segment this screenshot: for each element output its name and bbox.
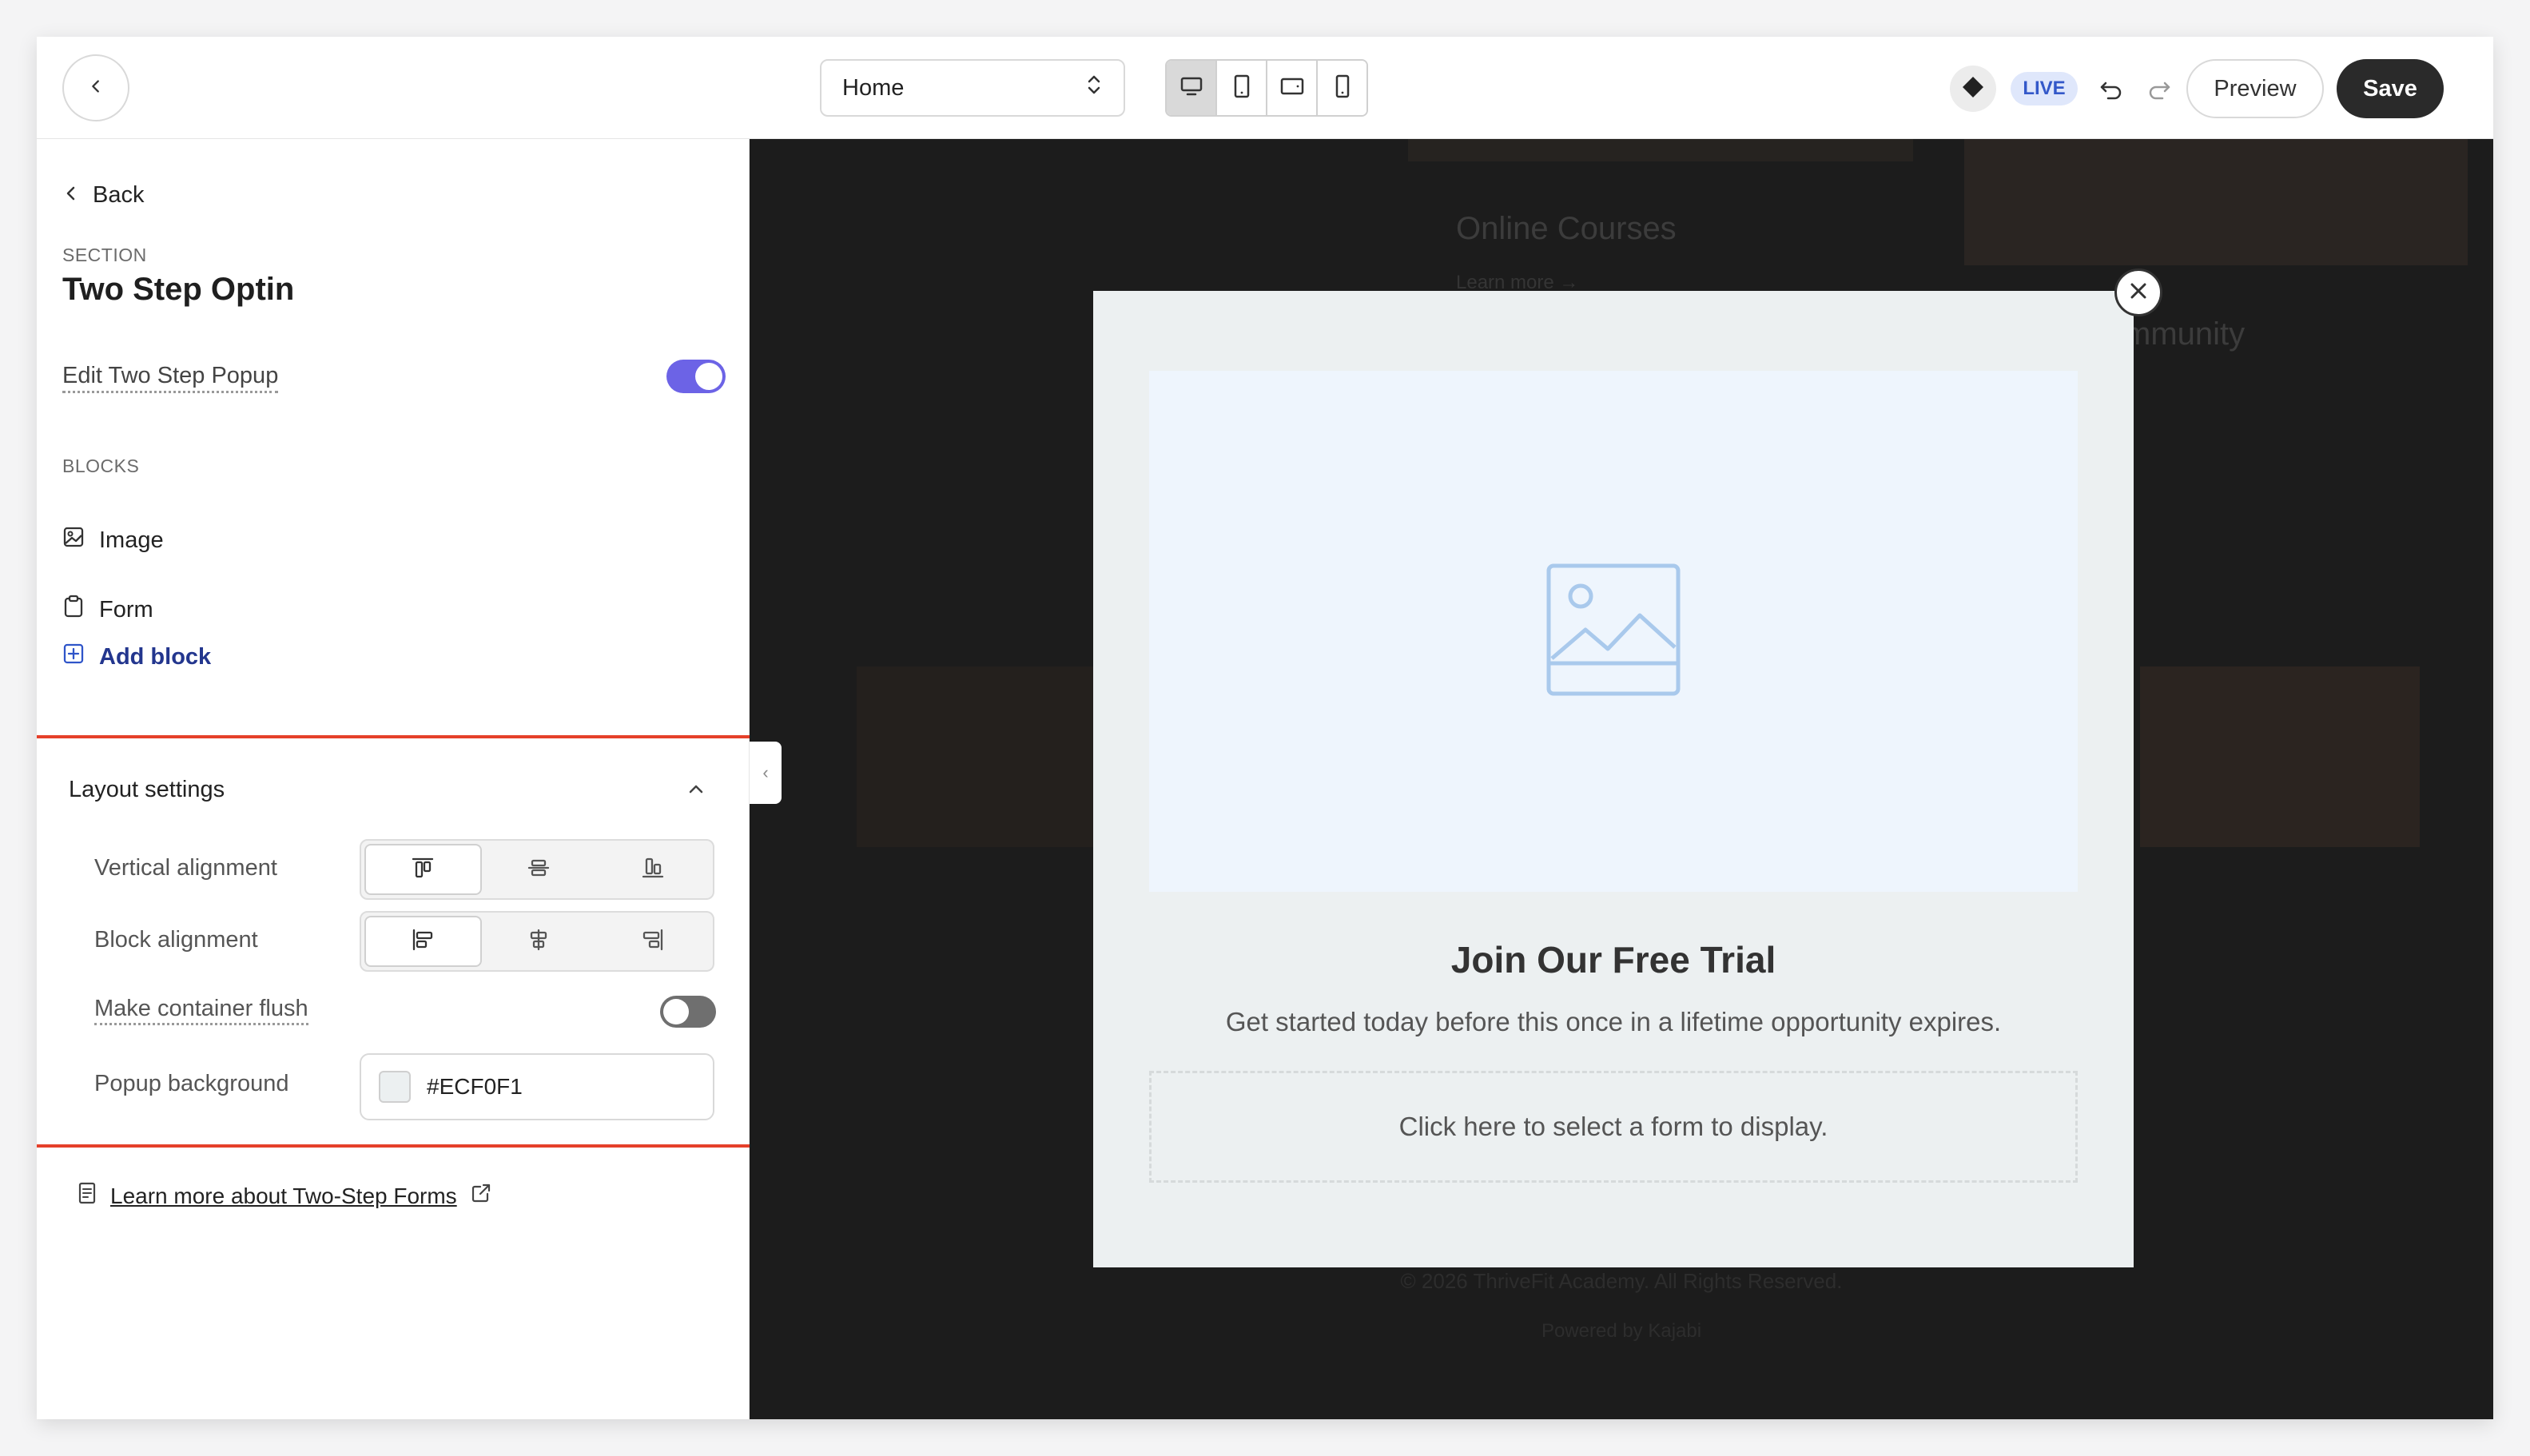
layout-settings-title[interactable]: Layout settings (69, 777, 225, 803)
page-select[interactable]: Home (820, 59, 1125, 117)
blocks-caption: BLOCKS (62, 455, 140, 476)
section-title: Two Step Optin (62, 272, 295, 307)
add-block-button[interactable]: Add block (62, 642, 211, 671)
close-icon (2128, 280, 2149, 305)
sidebar-collapse-handle[interactable]: ‹ (750, 742, 782, 804)
popup-subtitle[interactable]: Get started today before this once in a … (1093, 1007, 2134, 1037)
popup-close-button[interactable] (2114, 269, 2162, 316)
save-button[interactable]: Save (2337, 59, 2444, 118)
top-toolbar: Home LIVE Preview Save (37, 37, 2493, 139)
chevron-left-icon (64, 182, 78, 209)
container-flush-label: Make container flush (94, 996, 308, 1025)
popup-title[interactable]: Join Our Free Trial (1093, 938, 2134, 981)
background-image (2140, 666, 2420, 847)
tablet-portrait-icon (1231, 74, 1252, 103)
toggle-knob (663, 999, 689, 1024)
container-flush-toggle[interactable] (660, 996, 716, 1028)
align-middle-button[interactable] (482, 844, 596, 895)
block-item-image[interactable]: Image (62, 526, 164, 555)
container-flush-label-text: Make container flush (94, 996, 308, 1025)
add-block-label: Add block (99, 643, 212, 670)
chevron-up-icon[interactable] (684, 777, 708, 801)
two-step-popup: Join Our Free Trial Get started today be… (1093, 291, 2134, 1267)
learn-more-label: Learn more about Two-Step Forms (110, 1183, 457, 1208)
mobile-view-button[interactable] (1318, 61, 1366, 115)
popup-background-label: Popup background (94, 1071, 289, 1096)
popup-background-color-field[interactable]: #ECF0F1 (360, 1053, 714, 1120)
preview-button[interactable]: Preview (2186, 59, 2324, 118)
block-item-label: Image (99, 527, 164, 553)
theme-settings-button[interactable] (1950, 66, 1996, 112)
align-center-icon (526, 927, 551, 957)
tablet-portrait-view-button[interactable] (1217, 61, 1267, 115)
background-heading: Online Courses (1456, 211, 1677, 246)
chevron-updown-icon (1085, 74, 1103, 102)
undo-icon[interactable] (2094, 72, 2129, 107)
align-left-icon (410, 927, 436, 957)
footer-powered-by: Powered by Kajabi (1541, 1320, 1702, 1342)
section-caption: SECTION (62, 245, 147, 265)
block-align-right-button[interactable] (595, 916, 710, 967)
edit-popup-label: Edit Two Step Popup (62, 363, 279, 393)
align-bottom-button[interactable] (595, 844, 710, 895)
block-align-left-button[interactable] (364, 916, 482, 967)
desktop-icon (1179, 75, 1204, 101)
background-image (857, 666, 1120, 847)
live-status-badge: LIVE (2011, 72, 2078, 105)
mobile-icon (1334, 74, 1351, 103)
external-link-icon (470, 1182, 492, 1210)
toggle-knob (695, 363, 722, 390)
device-switcher (1165, 59, 1368, 117)
block-alignment-control (360, 911, 714, 972)
popup-image-placeholder[interactable] (1149, 371, 2078, 892)
settings-sidebar: Back SECTION Two Step Optin Edit Two Ste… (37, 139, 761, 1419)
tablet-landscape-view-button[interactable] (1267, 61, 1318, 115)
align-middle-icon (526, 855, 551, 885)
form-select-placeholder[interactable]: Click here to select a form to display. (1149, 1071, 2078, 1183)
back-label: Back (93, 182, 145, 208)
document-icon (77, 1181, 97, 1211)
align-bottom-icon (640, 855, 666, 885)
redo-icon[interactable] (2142, 72, 2177, 107)
background-image (1964, 139, 2468, 265)
color-value: #ECF0F1 (427, 1074, 523, 1099)
exit-editor-button[interactable] (62, 54, 129, 121)
block-align-center-button[interactable] (482, 916, 596, 967)
block-alignment-label: Block alignment (94, 927, 258, 953)
edit-popup-toggle[interactable] (666, 360, 726, 393)
image-placeholder-icon (1545, 563, 1681, 701)
align-right-icon (640, 927, 666, 957)
desktop-view-button[interactable] (1167, 61, 1217, 115)
align-top-button[interactable] (364, 844, 482, 895)
color-swatch[interactable] (379, 1071, 411, 1103)
vertical-alignment-control (360, 839, 714, 900)
clipboard-icon (62, 595, 85, 625)
footer-copyright: © 2026 ThriveFit Academy. All Rights Res… (1400, 1269, 1843, 1293)
learn-more-link[interactable]: Learn more about Two-Step Forms (77, 1181, 492, 1211)
diamond-icon (1961, 75, 1985, 103)
align-top-icon (410, 855, 436, 885)
editor-window: Home LIVE Preview Save Back SECTION Two … (37, 37, 2493, 1419)
vertical-alignment-label: Vertical alignment (94, 855, 277, 881)
page-select-value: Home (842, 74, 905, 101)
background-heading: mmunity (2124, 316, 2246, 352)
background-image (1408, 139, 1913, 161)
block-item-form[interactable]: Form (62, 595, 153, 625)
tablet-landscape-icon (1279, 76, 1305, 101)
block-item-label: Form (99, 596, 153, 623)
plus-square-icon (62, 642, 85, 671)
chevron-left-icon (87, 78, 105, 99)
image-icon (62, 526, 85, 555)
back-link[interactable]: Back (64, 182, 144, 209)
